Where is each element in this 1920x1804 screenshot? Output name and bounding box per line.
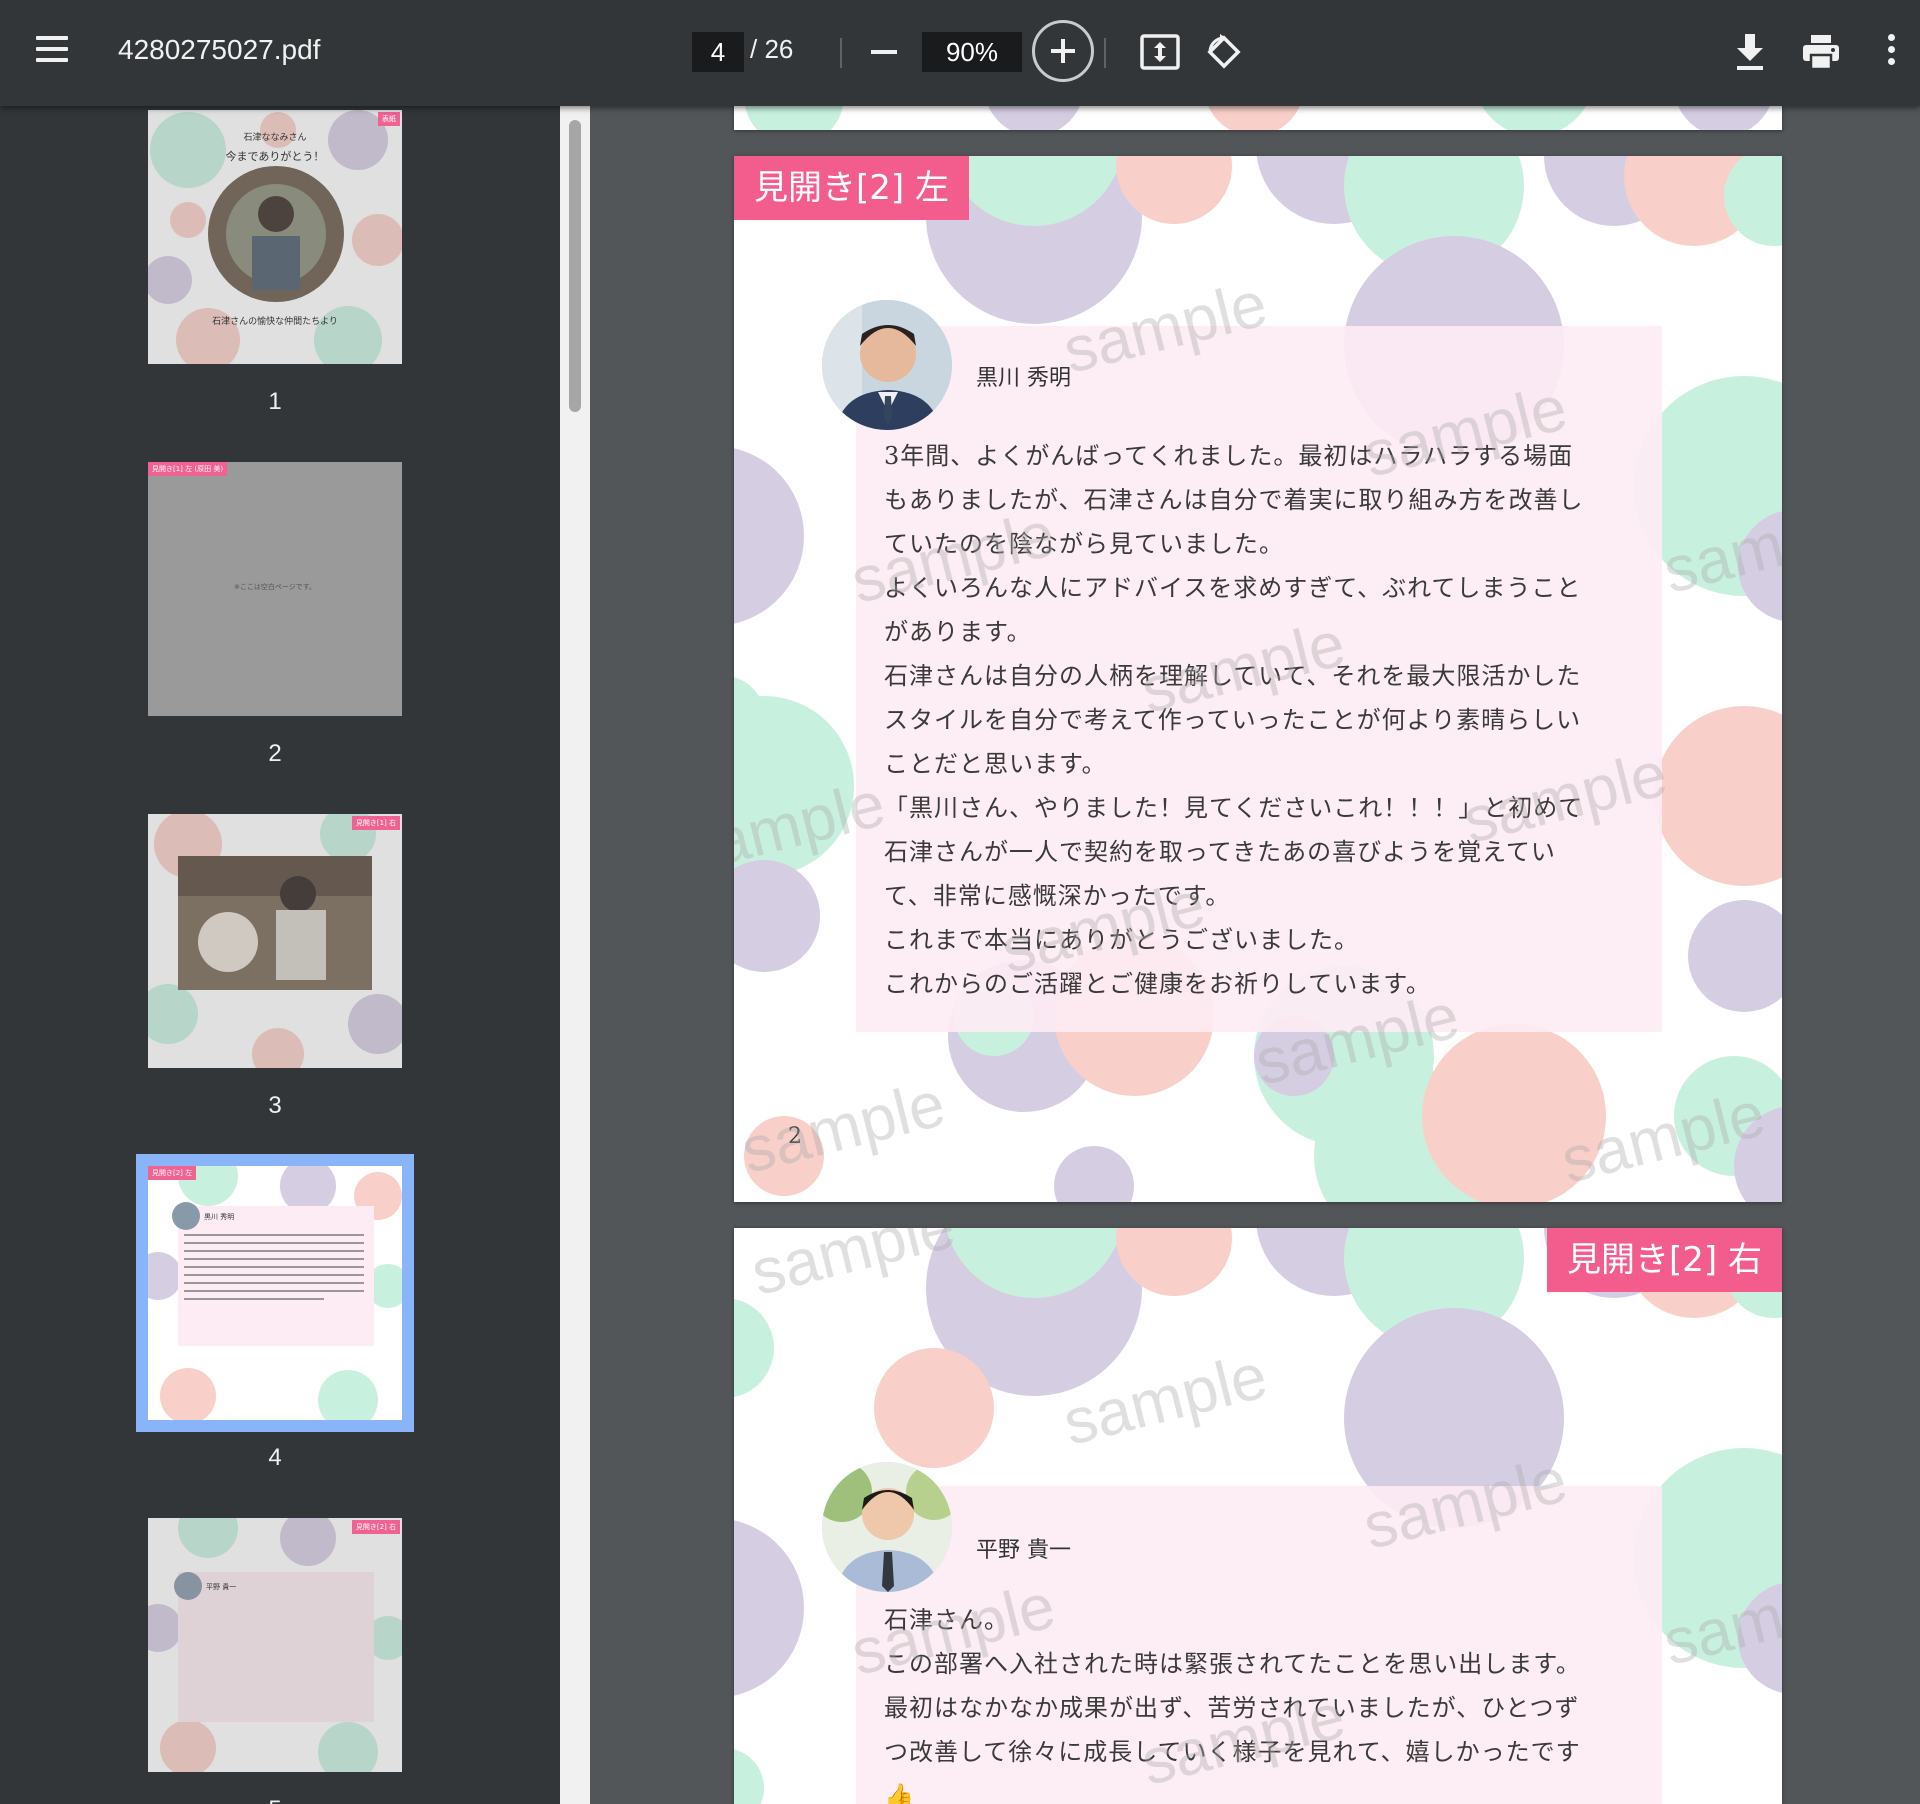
page-total: / 26 bbox=[750, 34, 794, 64]
thumbnail-name: 黒川 秀明 bbox=[204, 1213, 235, 1221]
more-options-icon[interactable] bbox=[1886, 34, 1896, 70]
author-name: 黒川 秀明 bbox=[976, 366, 1071, 391]
message-line: これからのご活躍とご健康をお祈りしています。 bbox=[884, 970, 1431, 998]
fit-to-page-icon[interactable] bbox=[1140, 34, 1180, 70]
thumbnail-text-lines bbox=[184, 1234, 364, 1306]
scrollbar-thumb[interactable] bbox=[569, 120, 581, 412]
thumbnail-page-5[interactable]: 見開き[2] 右 平野 貴一 bbox=[148, 1518, 402, 1772]
thumbnail-tag: 見開き[2] 右 bbox=[351, 1520, 400, 1534]
thumbnail-tag: 表紙 bbox=[378, 112, 400, 126]
message-line: スタイルを自分で考えて作っていったことが何より素晴らしい bbox=[884, 706, 1582, 734]
spread-tag: 見開き[2] 左 bbox=[734, 156, 969, 220]
spread-tag: 見開き[2] 右 bbox=[1547, 1228, 1782, 1292]
avatar bbox=[822, 300, 952, 430]
pdf-page-previous bbox=[734, 106, 1782, 130]
thumbnail-number: 4 bbox=[268, 1444, 282, 1471]
thumbnail-tag: 見開き[1] 左 (原田 美) bbox=[148, 462, 228, 476]
thumbnail-page-3[interactable]: 見開き[1] 右 bbox=[148, 814, 402, 1068]
thumbnail-tag: 見開き[2] 左 bbox=[148, 1166, 197, 1180]
author-name: 平野 貴一 bbox=[976, 1538, 1071, 1563]
toolbar-divider bbox=[840, 38, 842, 68]
pdf-toolbar: 4280275027.pdf 4 / 26 90% bbox=[0, 0, 1920, 106]
thumbnail-heading: 今までありがとう！ bbox=[225, 150, 325, 163]
zoom-level-input[interactable]: 90% bbox=[922, 32, 1022, 72]
thumbnail-caption: 石津さんの愉快な仲間たちより bbox=[212, 317, 338, 327]
pdf-page-right: 見開き[2] 右 平野 貴一 石津さん。 この部署へ入社された時は緊張されてたこ… bbox=[734, 1228, 1782, 1804]
thumbnail-page-2[interactable]: 見開き[1] 左 (原田 美) ※ここは空白ページです。 bbox=[148, 462, 402, 716]
print-icon[interactable] bbox=[1802, 34, 1840, 71]
page-number-input[interactable]: 4 bbox=[692, 32, 744, 72]
download-icon[interactable] bbox=[1734, 32, 1766, 72]
thumbs-up-icon: 👍 bbox=[884, 1782, 915, 1804]
avatar bbox=[822, 1462, 952, 1592]
thumbnail-note: ※ここは空白ページです。 bbox=[233, 583, 317, 591]
thumbnail-tag: 見開き[1] 右 bbox=[351, 816, 400, 830]
rotate-icon[interactable] bbox=[1204, 32, 1244, 72]
thumbnail-name: 平野 貴一 bbox=[206, 1583, 237, 1591]
menu-icon[interactable] bbox=[36, 36, 70, 62]
thumbnail-number: 2 bbox=[268, 740, 282, 767]
toolbar-divider bbox=[1104, 38, 1106, 68]
thumbnail-sidebar: 表紙 石津ななみさん 今までありがとう！ 石津さんの愉快な仲間たちより 1 見開… bbox=[0, 106, 560, 1804]
sidebar-scrollbar[interactable] bbox=[560, 106, 590, 1804]
pdf-page-left: 見開き[2] 左 黒川 秀明 3年間、よくがんばってくれました。最初はハラハラす… bbox=[734, 156, 1782, 1202]
message-line: て、非常に感慨深かったです。 bbox=[884, 882, 1231, 910]
document-title: 4280275027.pdf bbox=[118, 34, 321, 65]
thumbnail-number: 1 bbox=[268, 388, 282, 415]
thumbnail-number: 5 bbox=[0, 1796, 550, 1804]
thumbnail-page-1[interactable]: 表紙 石津ななみさん 今までありがとう！ 石津さんの愉快な仲間たちより bbox=[148, 110, 402, 364]
thumbnail-heading: 石津ななみさん bbox=[243, 133, 307, 143]
thumbnail-page-4[interactable]: 見開き[2] 左 黒川 秀明 bbox=[148, 1166, 402, 1420]
thumbnail-number: 3 bbox=[268, 1092, 282, 1119]
zoom-out-icon[interactable] bbox=[868, 36, 900, 68]
zoom-in-icon[interactable] bbox=[1032, 20, 1094, 82]
